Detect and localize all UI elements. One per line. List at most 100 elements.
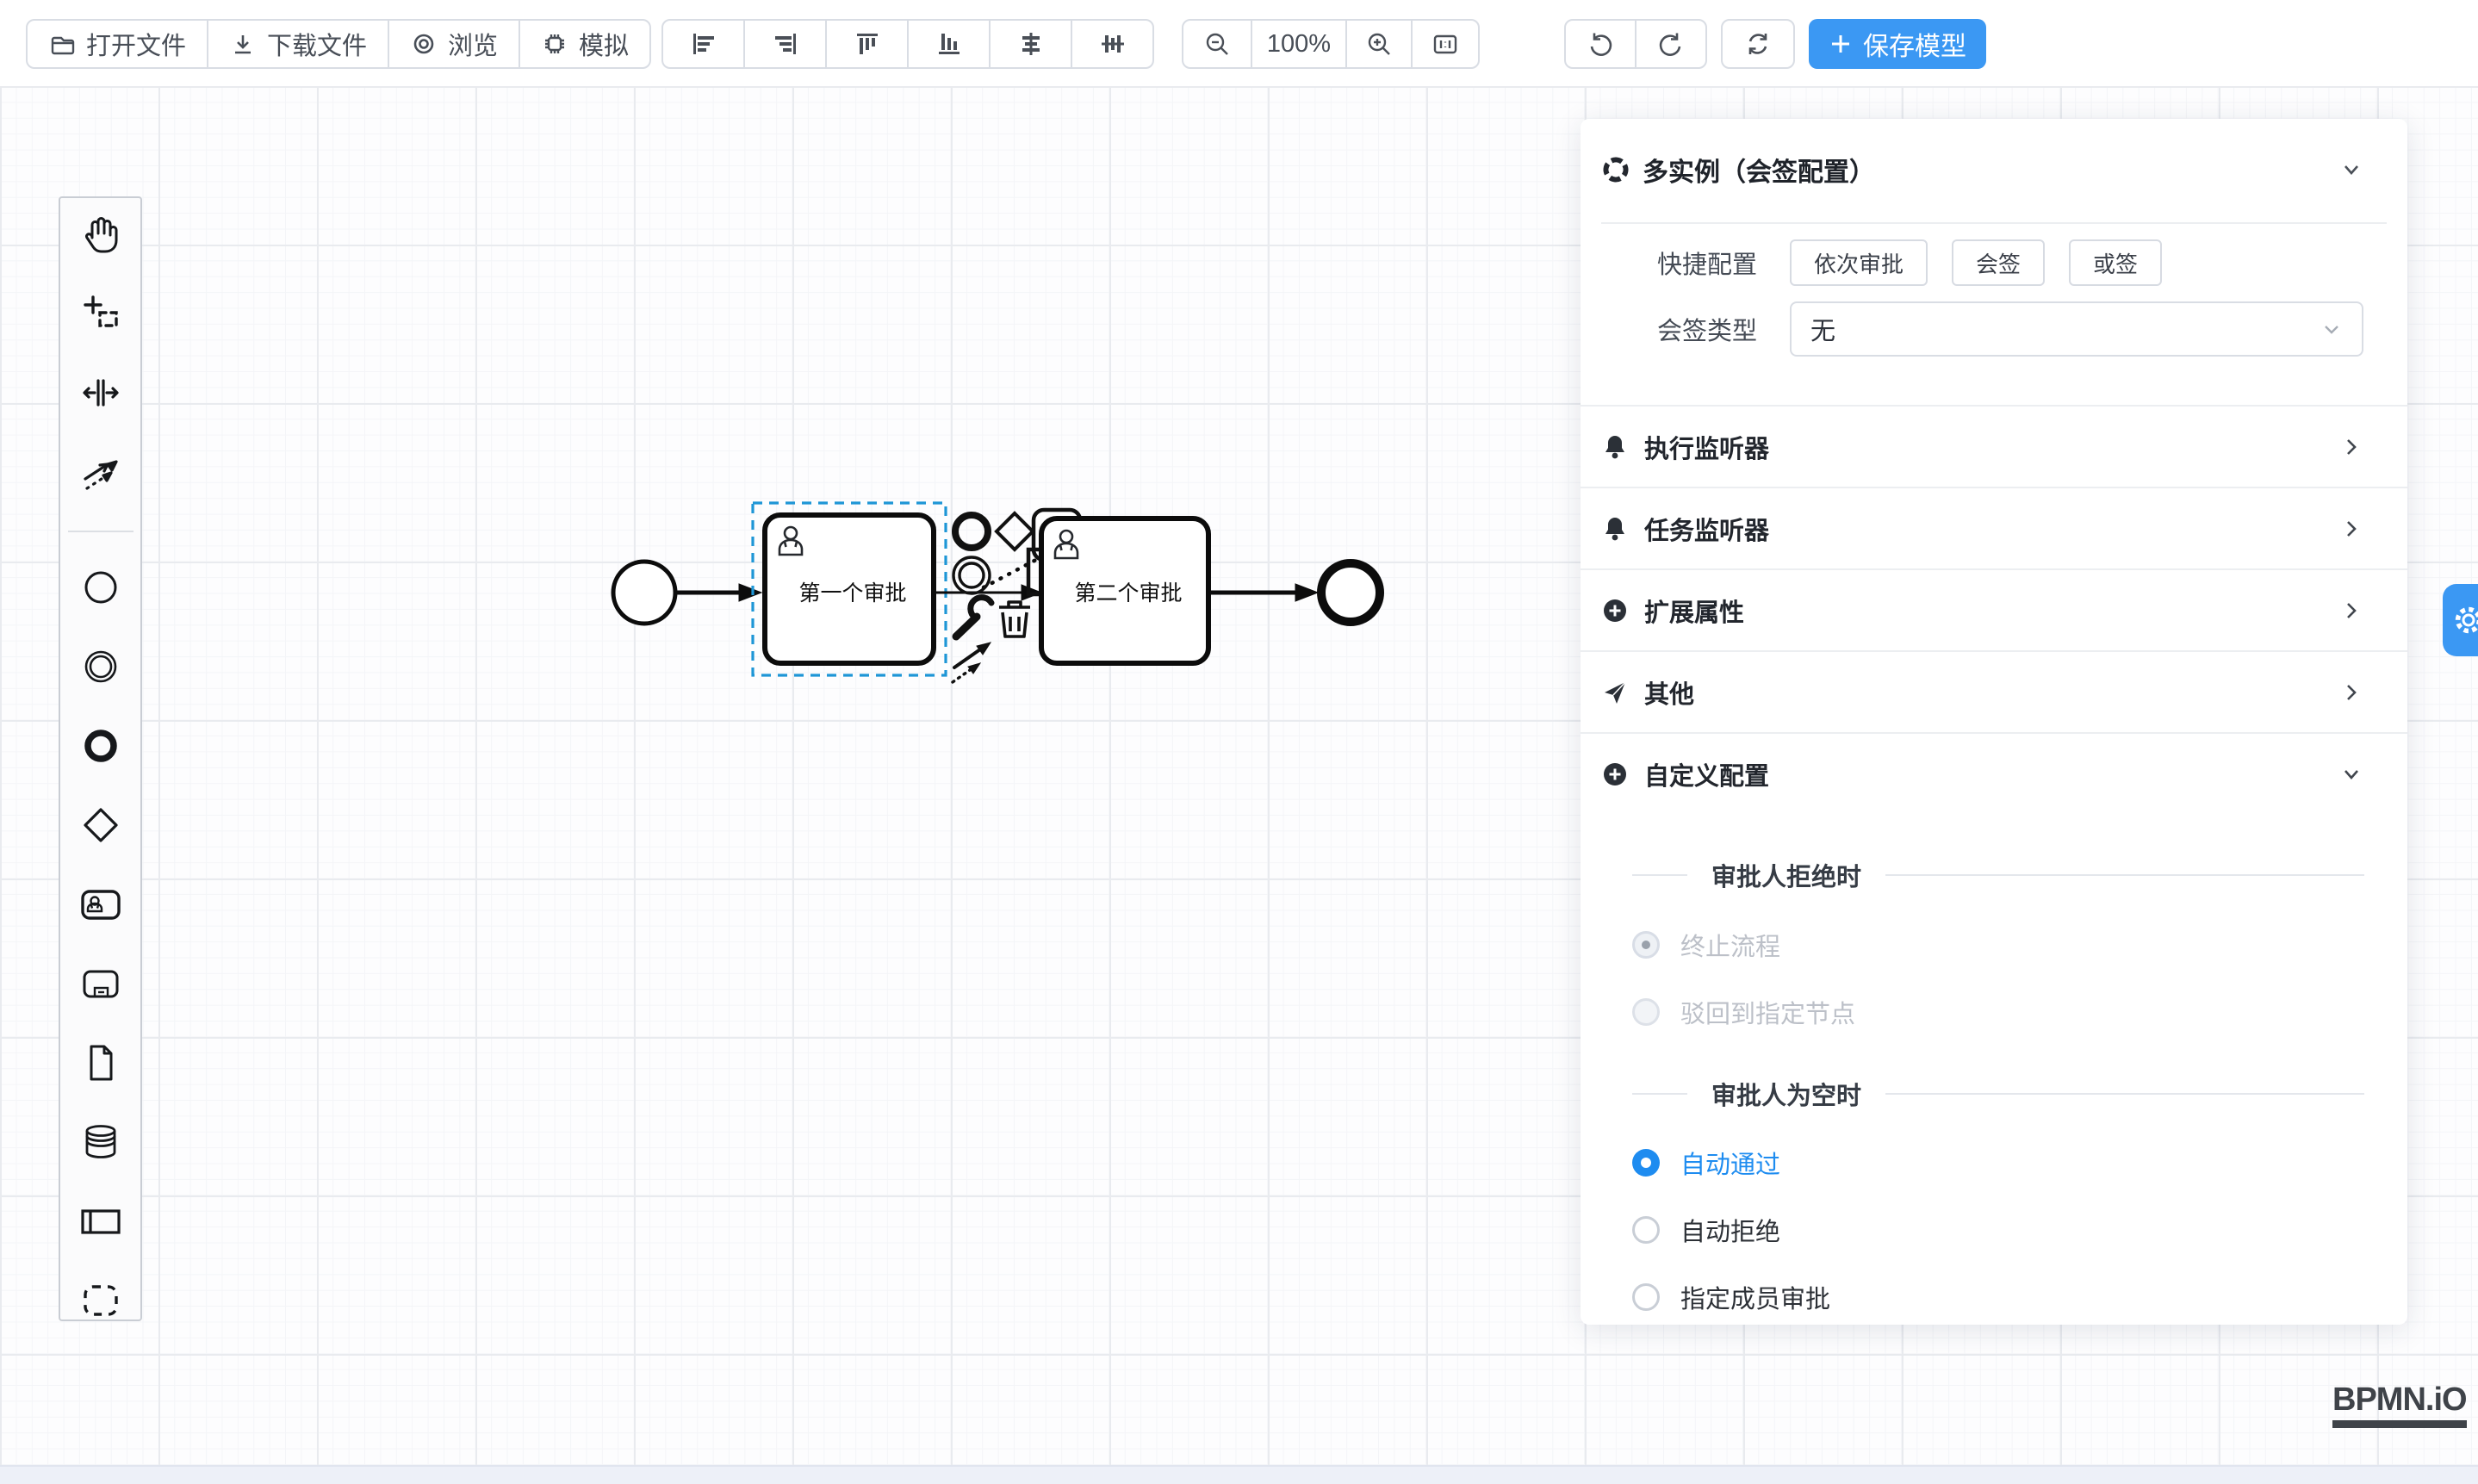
- undo-button[interactable]: [1564, 19, 1636, 69]
- plus-icon: [1829, 32, 1853, 56]
- empty-title: 审批人为空时: [1711, 1076, 1861, 1112]
- radio-selected-disabled-icon: [1632, 931, 1660, 959]
- align-center-vertical-icon: [1098, 29, 1127, 59]
- bpmn-modeler-app: 打开文件 下载文件 浏览 模拟: [0, 0, 2478, 1484]
- data-store-tool-icon[interactable]: [78, 1120, 123, 1164]
- start-event[interactable]: [613, 562, 675, 624]
- group-tool-icon[interactable]: [78, 1278, 123, 1323]
- end-event[interactable]: [1321, 563, 1380, 622]
- zoom-in-icon: [1365, 30, 1393, 58]
- radio-disabled-icon: [1632, 998, 1660, 1026]
- bpmn-io-logo[interactable]: BPMN.iO: [2332, 1382, 2467, 1428]
- settings-tab[interactable]: [2443, 584, 2478, 656]
- chevron-down-icon[interactable]: [2338, 157, 2364, 183]
- space-tool-icon[interactable]: [78, 370, 123, 415]
- chevron-right-icon: [2338, 680, 2364, 705]
- align-center-horizontal-button[interactable]: [989, 19, 1072, 69]
- radio-label: 指定成员审批: [1680, 1279, 1830, 1315]
- zoom-out-button[interactable]: [1182, 19, 1252, 69]
- download-file-button[interactable]: 下载文件: [207, 19, 389, 69]
- radio-unchecked-icon[interactable]: [1632, 1216, 1660, 1244]
- trash-icon[interactable]: [999, 602, 1030, 636]
- sequence-flow-3[interactable]: [1208, 584, 1318, 601]
- radio-auto-reject[interactable]: 自动拒绝: [1581, 1202, 2407, 1257]
- gateway-tool-icon[interactable]: [78, 803, 123, 848]
- align-right-icon: [771, 29, 800, 59]
- chevron-down-icon: [2320, 318, 2343, 340]
- radio-checked-icon[interactable]: [1632, 1149, 1660, 1177]
- lasso-tool-icon[interactable]: [78, 291, 123, 336]
- section-label: 扩展属性: [1644, 593, 1744, 629]
- connect-icon[interactable]: [953, 643, 991, 682]
- participant-tool-icon[interactable]: [78, 1199, 123, 1244]
- global-connect-tool-icon[interactable]: [78, 450, 123, 494]
- simulate-button[interactable]: 模拟: [519, 19, 651, 69]
- start-event-tool-icon[interactable]: [78, 565, 123, 610]
- section-execution-listener[interactable]: 执行监听器: [1581, 405, 2407, 487]
- task-first-approval-label: 第一个审批: [798, 581, 906, 605]
- divider: [1601, 222, 2387, 224]
- section-other[interactable]: 其他: [1581, 650, 2407, 732]
- zoom-level-value: 100%: [1267, 30, 1331, 59]
- quick-option-countersign-button[interactable]: 会签: [1952, 239, 2045, 286]
- align-center-vertical-button[interactable]: [1071, 19, 1154, 69]
- align-top-button[interactable]: [825, 19, 909, 69]
- append-end-event-icon[interactable]: [955, 515, 988, 548]
- reject-title: 审批人拒绝时: [1711, 857, 1861, 893]
- append-intermediate-event-icon[interactable]: [953, 557, 990, 593]
- task-second-approval[interactable]: 第二个审批: [1041, 518, 1208, 663]
- section-task-listener[interactable]: 任务监听器: [1581, 487, 2407, 568]
- zoom-level-display[interactable]: 100%: [1251, 19, 1347, 69]
- undo-icon: [1587, 30, 1614, 58]
- sign-type-label: 会签类型: [1601, 311, 1757, 347]
- radio-label: 驳回到指定节点: [1680, 994, 1855, 1030]
- download-icon: [229, 30, 257, 58]
- history-toolbar-group: [1564, 19, 1707, 69]
- subprocess-tool-icon[interactable]: [78, 961, 123, 1006]
- radio-assign-member[interactable]: 指定成员审批: [1581, 1270, 2407, 1325]
- send-icon: [1601, 679, 1629, 706]
- align-right-button[interactable]: [743, 19, 827, 69]
- redo-icon: [1657, 30, 1685, 58]
- radio-return-to-node: 驳回到指定节点: [1581, 984, 2407, 1040]
- plus-circle-icon: [1601, 597, 1629, 624]
- hand-tool-icon[interactable]: [78, 212, 123, 257]
- wrench-icon[interactable]: [956, 598, 991, 636]
- section-custom-config[interactable]: 自定义配置: [1581, 732, 2407, 814]
- redo-button[interactable]: [1635, 19, 1707, 69]
- end-event-tool-icon[interactable]: [78, 723, 123, 768]
- quick-option-orsign-button[interactable]: 或签: [2069, 239, 2162, 286]
- quick-config-row: 快捷配置 依次审批 会签 或签: [1581, 239, 2407, 286]
- radio-unchecked-icon[interactable]: [1632, 1283, 1660, 1311]
- zoom-in-button[interactable]: [1345, 19, 1413, 69]
- user-task-tool-icon[interactable]: [78, 882, 123, 927]
- section-extended-properties[interactable]: 扩展属性: [1581, 568, 2407, 650]
- refresh-button[interactable]: [1721, 19, 1795, 69]
- append-gateway-icon[interactable]: [997, 513, 1033, 550]
- task-first-approval[interactable]: 第一个审批: [765, 515, 934, 663]
- panel-header[interactable]: 多实例（会签配置）: [1581, 140, 2407, 200]
- folder-icon: [48, 30, 76, 58]
- zoom-out-icon: [1203, 30, 1231, 58]
- align-left-button[interactable]: [661, 19, 745, 69]
- open-file-button[interactable]: 打开文件: [26, 19, 208, 69]
- chevron-right-icon: [2338, 434, 2364, 460]
- section-label: 任务监听器: [1644, 511, 1769, 547]
- bpmn-diagram: 第一个审批: [586, 482, 1413, 723]
- refresh-icon: [1744, 30, 1772, 58]
- sequence-flow-1[interactable]: [676, 584, 761, 601]
- section-label: 其他: [1644, 674, 1694, 711]
- intermediate-event-tool-icon[interactable]: [78, 644, 123, 689]
- bell-icon: [1601, 515, 1629, 543]
- browse-button[interactable]: 浏览: [388, 19, 520, 69]
- tool-palette: [59, 196, 142, 1321]
- radio-auto-pass[interactable]: 自动通过: [1581, 1135, 2407, 1190]
- gear-icon: [2451, 603, 2478, 637]
- fit-viewport-icon: [1432, 30, 1459, 58]
- quick-option-sequential-button[interactable]: 依次审批: [1790, 239, 1928, 286]
- data-object-tool-icon[interactable]: [78, 1040, 123, 1085]
- align-bottom-button[interactable]: [907, 19, 991, 69]
- save-model-button[interactable]: 保存模型: [1809, 19, 1986, 69]
- zoom-fit-button[interactable]: [1411, 19, 1480, 69]
- sign-type-select[interactable]: 无: [1790, 301, 2363, 357]
